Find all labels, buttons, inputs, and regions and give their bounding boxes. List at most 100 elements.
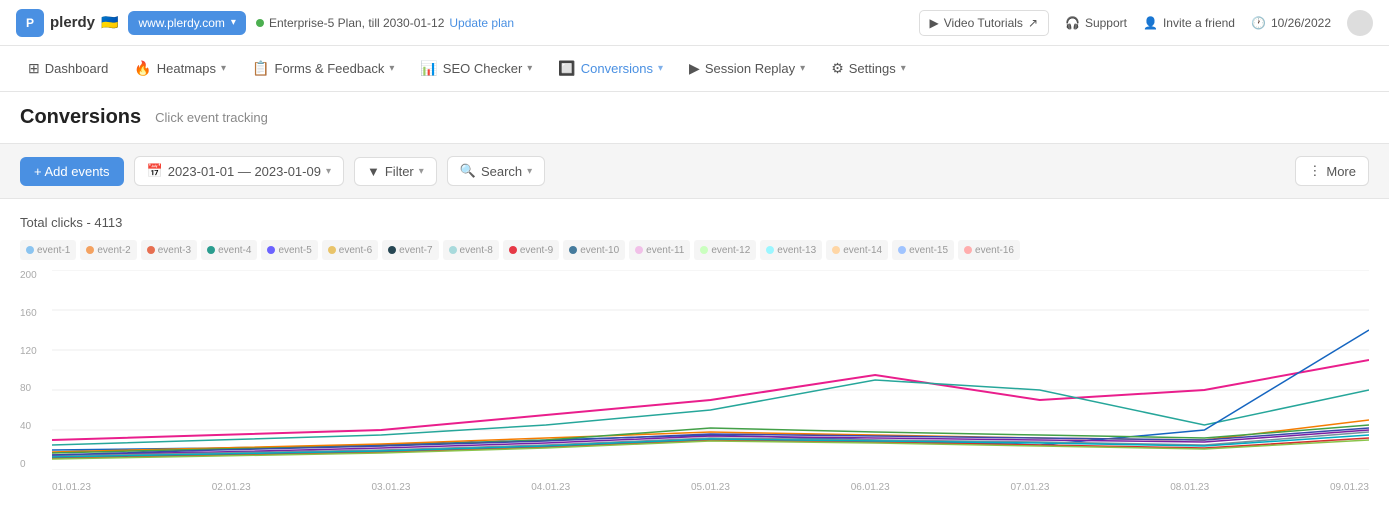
y-label: 0 bbox=[20, 459, 50, 470]
seo-icon: 📊 bbox=[420, 60, 437, 77]
filter-button[interactable]: ▼ Filter ▾ bbox=[354, 157, 437, 186]
nav-label-conversions: Conversions bbox=[581, 61, 653, 76]
x-label: 01.01.23 bbox=[52, 482, 91, 493]
y-label: 120 bbox=[20, 346, 50, 357]
date-range-chevron-icon: ▾ bbox=[326, 166, 331, 177]
nav-item-conversions[interactable]: 🔲 Conversions ▾ bbox=[546, 52, 675, 85]
update-plan-link[interactable]: Update plan bbox=[449, 16, 514, 30]
plan-badge: Enterprise-5 Plan, till 2030-01-12 Updat… bbox=[256, 16, 514, 30]
legend-item: event-3 bbox=[141, 240, 197, 260]
x-label: 08.01.23 bbox=[1170, 482, 1209, 493]
nav-item-settings[interactable]: ⚙ Settings ▾ bbox=[819, 52, 918, 85]
topbar: P plerdy 🇺🇦 www.plerdy.com ▾ Enterprise-… bbox=[0, 0, 1389, 46]
heatmaps-icon: 🔥 bbox=[134, 60, 151, 77]
search-label: Search bbox=[481, 164, 522, 179]
nav-label-settings: Settings bbox=[849, 61, 896, 76]
invite-icon: 👤 bbox=[1143, 16, 1158, 30]
calendar-icon: 📅 bbox=[147, 163, 163, 179]
nav-item-heatmaps[interactable]: 🔥 Heatmaps ▾ bbox=[122, 52, 238, 85]
add-events-button[interactable]: + Add events bbox=[20, 157, 124, 186]
y-label: 40 bbox=[20, 421, 50, 432]
x-label: 06.01.23 bbox=[851, 482, 890, 493]
chart-wrapper: 200 160 120 80 40 0 bbox=[20, 270, 1369, 500]
legend-item: event-13 bbox=[760, 240, 822, 260]
logo-text: plerdy bbox=[50, 14, 95, 31]
site-url: www.plerdy.com bbox=[138, 16, 224, 30]
chart-x-axis: 01.01.23 02.01.23 03.01.23 04.01.23 05.01.23… bbox=[52, 474, 1369, 500]
nav-label-session-replay: Session Replay bbox=[705, 61, 795, 76]
legend-item: event-6 bbox=[322, 240, 378, 260]
heatmaps-chevron-icon: ▾ bbox=[221, 63, 226, 74]
date-value: 10/26/2022 bbox=[1271, 16, 1331, 30]
nav-item-session-replay[interactable]: ▶ Session Replay ▾ bbox=[677, 52, 817, 85]
page-title: Conversions bbox=[20, 106, 141, 129]
user-avatar[interactable] bbox=[1347, 10, 1373, 36]
session-replay-icon: ▶ bbox=[689, 60, 700, 77]
date-range-value: 2023-01-01 — 2023-01-09 bbox=[168, 164, 321, 179]
legend-item: event-12 bbox=[694, 240, 756, 260]
date-range-picker[interactable]: 📅 2023-01-01 — 2023-01-09 ▾ bbox=[134, 156, 344, 186]
nav-item-seo-checker[interactable]: 📊 SEO Checker ▾ bbox=[408, 52, 544, 85]
add-events-label: + Add events bbox=[34, 164, 110, 179]
legend-item: event-11 bbox=[629, 240, 690, 260]
video-icon: ▶ bbox=[930, 16, 939, 30]
x-label: 03.01.23 bbox=[372, 482, 411, 493]
video-tutorials-label: Video Tutorials bbox=[944, 16, 1023, 30]
legend-item: event-14 bbox=[826, 240, 888, 260]
legend-item: event-2 bbox=[80, 240, 136, 260]
legend-item: event-9 bbox=[503, 240, 559, 260]
nav-item-dashboard[interactable]: ⊞ Dashboard bbox=[16, 52, 120, 85]
ua-flag: 🇺🇦 bbox=[101, 14, 118, 31]
date-display: 🕐 10/26/2022 bbox=[1251, 16, 1331, 30]
y-label: 80 bbox=[20, 383, 50, 394]
more-dots-icon: ⋮ bbox=[1308, 163, 1321, 179]
x-label: 05.01.23 bbox=[691, 482, 730, 493]
video-tutorials-button[interactable]: ▶ Video Tutorials ↗ bbox=[919, 10, 1049, 36]
legend-item: event-7 bbox=[382, 240, 438, 260]
legend-item: event-10 bbox=[563, 240, 625, 260]
total-clicks-label: Total clicks - 4113 bbox=[20, 215, 1369, 230]
chart-y-axis: 200 160 120 80 40 0 bbox=[20, 270, 50, 470]
legend-item: event-1 bbox=[20, 240, 76, 260]
nav-label-seo: SEO Checker bbox=[443, 61, 522, 76]
topbar-right: ▶ Video Tutorials ↗ 🎧 Support 👤 Invite a… bbox=[919, 10, 1373, 36]
support-label: Support bbox=[1085, 16, 1127, 30]
legend-item: event-15 bbox=[892, 240, 954, 260]
chart-svg-area bbox=[52, 270, 1369, 470]
logo-icon: P bbox=[16, 9, 44, 37]
settings-icon: ⚙ bbox=[831, 60, 844, 77]
site-chevron-icon: ▾ bbox=[231, 17, 236, 28]
x-label: 02.01.23 bbox=[212, 482, 251, 493]
plan-status-dot bbox=[256, 19, 264, 27]
dashboard-icon: ⊞ bbox=[28, 60, 40, 77]
toolbar: + Add events 📅 2023-01-01 — 2023-01-09 ▾… bbox=[0, 144, 1389, 198]
conversions-chevron-icon: ▾ bbox=[658, 63, 663, 74]
support-icon: 🎧 bbox=[1065, 16, 1080, 30]
y-label: 160 bbox=[20, 308, 50, 319]
nav-item-forms-feedback[interactable]: 📋 Forms & Feedback ▾ bbox=[240, 52, 406, 85]
filter-icon: ▼ bbox=[367, 164, 380, 179]
nav-label-forms: Forms & Feedback bbox=[275, 61, 385, 76]
legend-item: event-8 bbox=[443, 240, 499, 260]
x-label: 09.01.23 bbox=[1330, 482, 1369, 493]
x-label: 04.01.23 bbox=[531, 482, 570, 493]
settings-chevron-icon: ▾ bbox=[901, 63, 906, 74]
invite-friend-link[interactable]: 👤 Invite a friend bbox=[1143, 16, 1235, 30]
chart-legend: event-1event-2event-3event-4event-5event… bbox=[20, 240, 1369, 260]
session-replay-chevron-icon: ▾ bbox=[800, 63, 805, 74]
topbar-left: P plerdy 🇺🇦 www.plerdy.com ▾ Enterprise-… bbox=[16, 9, 514, 37]
search-button[interactable]: 🔍 Search ▾ bbox=[447, 156, 545, 186]
legend-item: event-4 bbox=[201, 240, 257, 260]
y-label: 200 bbox=[20, 270, 50, 281]
legend-item: event-5 bbox=[261, 240, 317, 260]
chart-container: Total clicks - 4113 event-1event-2event-… bbox=[0, 198, 1389, 510]
clock-icon: 🕐 bbox=[1251, 16, 1266, 30]
seo-chevron-icon: ▾ bbox=[527, 63, 532, 74]
site-selector-button[interactable]: www.plerdy.com ▾ bbox=[128, 11, 246, 35]
invite-label: Invite a friend bbox=[1163, 16, 1235, 30]
search-icon: 🔍 bbox=[460, 163, 476, 179]
nav-label-dashboard: Dashboard bbox=[45, 61, 109, 76]
more-button[interactable]: ⋮ More bbox=[1295, 156, 1369, 186]
logo: P plerdy 🇺🇦 bbox=[16, 9, 118, 37]
support-link[interactable]: 🎧 Support bbox=[1065, 16, 1127, 30]
